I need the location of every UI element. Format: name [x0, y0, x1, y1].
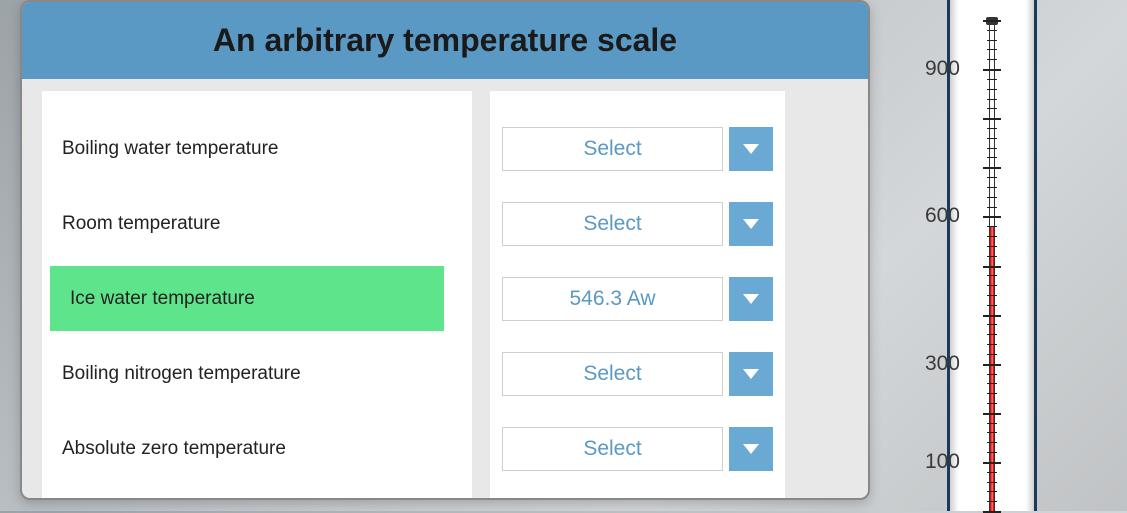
- select-row: 546.3 Aw: [502, 266, 773, 331]
- thermometer-minor-tick: [987, 275, 997, 276]
- label-row: Room temperature: [42, 191, 472, 256]
- thermometer-major-tick: [983, 462, 1001, 464]
- chevron-down-icon: [743, 444, 759, 454]
- thermometer-body: [947, 0, 1037, 511]
- select-value: Select: [583, 437, 641, 461]
- thermometer-minor-tick: [987, 187, 997, 188]
- selects-column: Select Select 546.3 Aw Select Select: [490, 91, 785, 500]
- select-row: Select: [502, 341, 773, 406]
- thermometer-minor-tick: [987, 383, 997, 384]
- thermometer-minor-tick: [987, 148, 997, 149]
- select-dropdown-button[interactable]: [729, 352, 773, 396]
- thermometer-minor-tick: [987, 393, 997, 394]
- thermometer-minor-tick: [987, 374, 997, 375]
- row-label: Room temperature: [62, 213, 220, 235]
- row-label: Ice water temperature: [70, 288, 255, 310]
- thermometer-minor-tick: [987, 442, 997, 443]
- chevron-down-icon: [743, 219, 759, 229]
- temperature-panel: An arbitrary temperature scale Boiling w…: [20, 0, 870, 500]
- thermometer-major-tick: [983, 118, 1001, 120]
- thermometer-minor-tick: [987, 403, 997, 404]
- select-value: Select: [583, 362, 641, 386]
- thermometer-major-tick: [983, 167, 1001, 169]
- thermometer-major-tick: [983, 364, 1001, 366]
- thermometer-minor-tick: [987, 452, 997, 453]
- thermometer-minor-tick: [987, 246, 997, 247]
- row-label: Boiling water temperature: [62, 138, 279, 160]
- thermometer-minor-tick: [987, 491, 997, 492]
- thermometer-minor-tick: [987, 108, 997, 109]
- thermometer-minor-tick: [987, 295, 997, 296]
- select-display[interactable]: Select: [502, 127, 723, 171]
- thermometer: 900 600 300 100: [917, 0, 1072, 511]
- thermometer-minor-tick: [987, 49, 997, 50]
- thermometer-minor-tick: [987, 30, 997, 31]
- thermometer-minor-tick: [987, 89, 997, 90]
- thermometer-minor-tick: [987, 344, 997, 345]
- thermometer-minor-tick: [987, 79, 997, 80]
- thermometer-minor-tick: [987, 59, 997, 60]
- select-row: Select: [502, 191, 773, 256]
- label-row: Absolute zero temperature: [42, 416, 472, 481]
- thermometer-minor-tick: [987, 285, 997, 286]
- select-dropdown-button[interactable]: [729, 427, 773, 471]
- thermometer-major-tick: [983, 216, 1001, 218]
- chevron-down-icon: [743, 369, 759, 379]
- select-value: Select: [583, 137, 641, 161]
- panel-body: Boiling water temperature Room temperatur…: [22, 79, 868, 500]
- label-row[interactable]: Ice water temperature: [50, 266, 444, 331]
- thermometer-minor-tick: [987, 423, 997, 424]
- select-dropdown-button[interactable]: [729, 127, 773, 171]
- thermometer-minor-tick: [987, 177, 997, 178]
- thermometer-tick-label: 600: [925, 204, 960, 228]
- thermometer-mercury: [990, 226, 994, 511]
- panel-header: An arbitrary temperature scale: [22, 2, 868, 79]
- select-row: Select: [502, 116, 773, 181]
- thermometer-minor-tick: [987, 472, 997, 473]
- thermometer-minor-tick: [987, 197, 997, 198]
- select-value: Select: [583, 212, 641, 236]
- thermometer-major-tick: [983, 266, 1001, 268]
- row-label: Boiling nitrogen temperature: [62, 363, 301, 385]
- label-row: Boiling water temperature: [42, 116, 472, 181]
- select-dropdown-button[interactable]: [729, 202, 773, 246]
- select-dropdown-button[interactable]: [729, 277, 773, 321]
- row-label: Absolute zero temperature: [62, 438, 286, 460]
- thermometer-major-tick: [983, 315, 1001, 317]
- thermometer-minor-tick: [987, 354, 997, 355]
- select-value: 546.3 Aw: [569, 287, 655, 311]
- label-row: Boiling nitrogen temperature: [42, 341, 472, 406]
- thermometer-minor-tick: [987, 334, 997, 335]
- select-display[interactable]: Select: [502, 202, 723, 246]
- thermometer-minor-tick: [987, 157, 997, 158]
- chevron-down-icon: [743, 144, 759, 154]
- thermometer-tick-label: 100: [925, 450, 960, 474]
- thermometer-minor-tick: [987, 236, 997, 237]
- thermometer-minor-tick: [987, 432, 997, 433]
- thermometer-minor-tick: [987, 128, 997, 129]
- select-display[interactable]: Select: [502, 427, 723, 471]
- thermometer-minor-tick: [987, 40, 997, 41]
- chevron-down-icon: [743, 294, 759, 304]
- thermometer-major-tick: [983, 20, 1001, 22]
- select-display[interactable]: Select: [502, 352, 723, 396]
- thermometer-minor-tick: [987, 305, 997, 306]
- thermometer-minor-tick: [987, 482, 997, 483]
- select-display[interactable]: 546.3 Aw: [502, 277, 723, 321]
- thermometer-major-tick: [983, 413, 1001, 415]
- thermometer-minor-tick: [987, 207, 997, 208]
- thermometer-minor-tick: [987, 99, 997, 100]
- thermometer-minor-tick: [987, 256, 997, 257]
- thermometer-minor-tick: [987, 501, 997, 502]
- select-row: Select: [502, 416, 773, 481]
- thermometer-minor-tick: [987, 324, 997, 325]
- panel-title: An arbitrary temperature scale: [42, 22, 848, 59]
- thermometer-tick-label: 900: [925, 57, 960, 81]
- thermometer-minor-tick: [987, 226, 997, 227]
- labels-column: Boiling water temperature Room temperatur…: [42, 91, 472, 500]
- thermometer-tick-label: 300: [925, 352, 960, 376]
- thermometer-major-tick: [983, 69, 1001, 71]
- thermometer-minor-tick: [987, 138, 997, 139]
